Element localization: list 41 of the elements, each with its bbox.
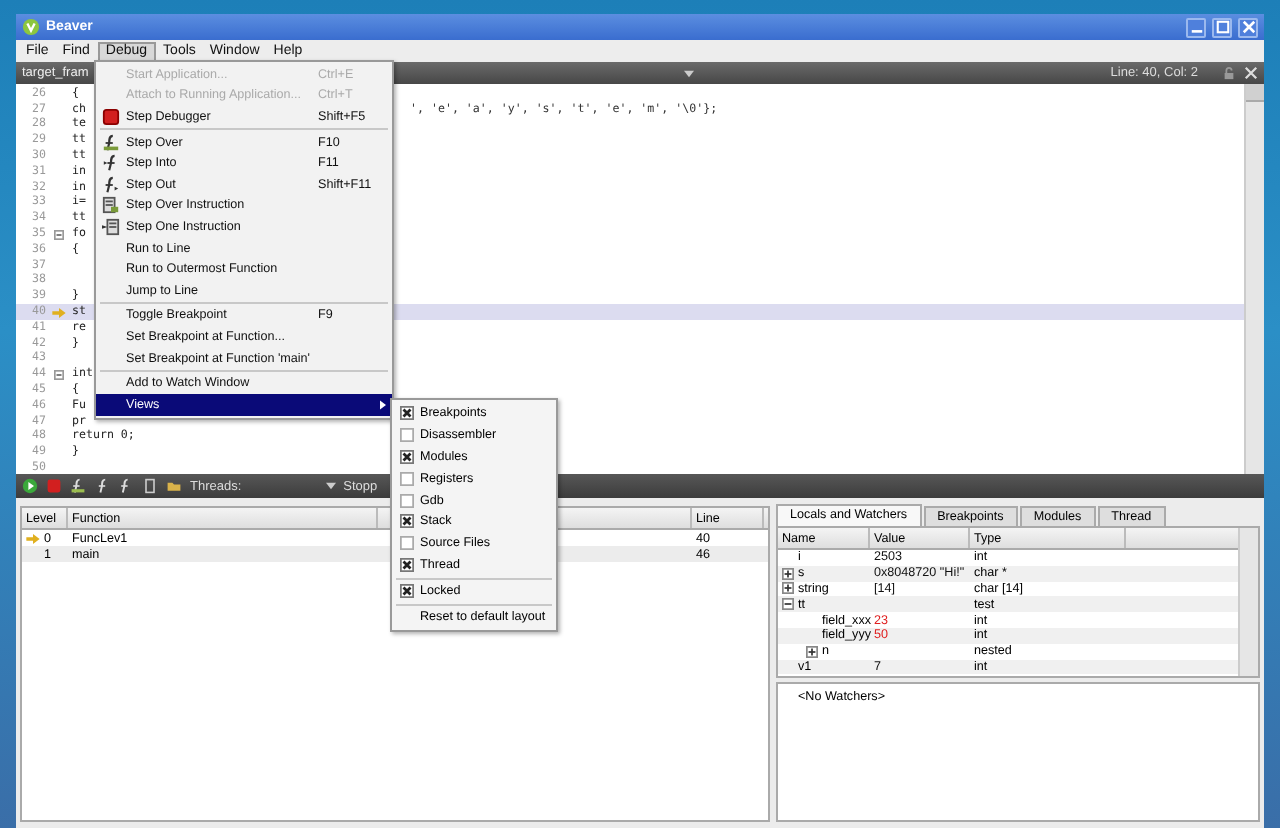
checkbox[interactable] <box>400 449 414 464</box>
run-icon[interactable] <box>22 478 38 494</box>
checkbox[interactable] <box>400 584 414 599</box>
close-icon[interactable] <box>1244 66 1258 80</box>
expand-icon[interactable] <box>806 645 818 658</box>
document-icon[interactable] <box>142 478 158 494</box>
checkbox[interactable] <box>400 558 414 573</box>
close-icon <box>1241 20 1255 34</box>
collapse-icon[interactable] <box>782 598 794 611</box>
expand-icon[interactable] <box>782 582 794 595</box>
folder-icon[interactable] <box>166 478 182 494</box>
fold-icon[interactable] <box>54 229 64 240</box>
instruction-icon <box>102 196 120 215</box>
app-icon <box>22 18 40 36</box>
step-over-icon <box>102 133 120 152</box>
minimize-button[interactable] <box>1186 17 1206 37</box>
checkbox[interactable] <box>400 493 414 507</box>
checkbox[interactable] <box>400 405 414 420</box>
step-into-icon[interactable] <box>94 478 110 494</box>
scrollbar[interactable] <box>1244 84 1264 474</box>
checkbox[interactable] <box>400 427 414 442</box>
current-line-arrow-icon <box>52 307 66 318</box>
scrollbar[interactable] <box>1238 528 1258 676</box>
lock-icon[interactable] <box>1222 66 1236 80</box>
submenu-arrow-icon <box>380 399 386 410</box>
dropdown-icon[interactable] <box>684 69 695 77</box>
step-out-icon <box>102 175 120 194</box>
maximize-button[interactable] <box>1212 17 1232 37</box>
close-button[interactable] <box>1238 17 1258 37</box>
instruction-icon <box>102 217 120 236</box>
dropdown-icon[interactable] <box>325 482 336 490</box>
fold-icon[interactable] <box>54 369 64 380</box>
expand-icon[interactable] <box>782 567 794 580</box>
checkbox[interactable] <box>400 514 414 529</box>
step-into-icon <box>102 154 120 173</box>
maximize-icon <box>1215 20 1229 34</box>
checkbox[interactable] <box>400 471 414 486</box>
step-out-icon[interactable] <box>118 478 134 494</box>
checkbox[interactable] <box>400 536 414 551</box>
step-over-icon[interactable] <box>70 478 86 494</box>
stop-icon <box>102 107 120 126</box>
